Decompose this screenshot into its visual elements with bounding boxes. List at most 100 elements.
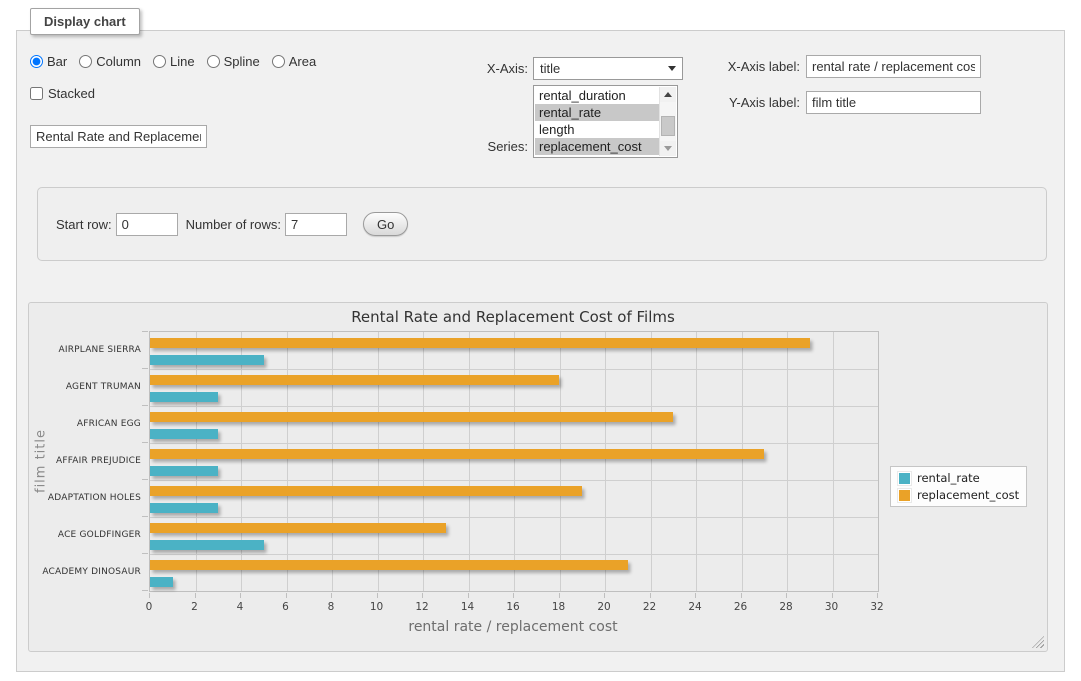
chart-type-option-column[interactable]: Column (79, 54, 141, 69)
x-tick (559, 593, 560, 598)
gridline-v (742, 332, 743, 591)
fieldset-legend-title: Display chart (30, 8, 140, 35)
gridline-v (287, 332, 288, 591)
x-tick (377, 593, 378, 598)
chevron-down-icon (668, 66, 676, 71)
gridline-h (150, 480, 878, 481)
legend-swatch (898, 489, 911, 502)
gridline-v (332, 332, 333, 591)
chart-type-radio-area[interactable] (272, 55, 285, 68)
y-tick (142, 553, 148, 554)
x-tick (513, 593, 514, 598)
legend-item-rental_rate: rental_rate (898, 471, 1019, 485)
series-listbox[interactable]: rental_durationrental_ratelengthreplacem… (533, 85, 678, 158)
row-controls-panel: Start row: Number of rows: Go (37, 187, 1047, 261)
gridline-v (423, 332, 424, 591)
bar-replacement_cost (150, 486, 582, 496)
plot-area (149, 331, 879, 592)
legend-label: rental_rate (917, 471, 980, 485)
y-tick (142, 368, 148, 369)
x-tick-label: 10 (357, 601, 397, 613)
category-label: AGENT TRUMAN (37, 368, 141, 405)
listbox-scrollbar[interactable] (659, 87, 676, 156)
x-tick (604, 593, 605, 598)
x-tick-label: 6 (266, 601, 306, 613)
chart-type-option-line[interactable]: Line (153, 54, 195, 69)
series-option-replacement_cost[interactable]: replacement_cost (535, 138, 659, 155)
legend-swatch (898, 472, 911, 485)
series-option-rental_rate[interactable]: rental_rate (535, 104, 659, 121)
bar-rental_rate (150, 577, 173, 587)
bar-replacement_cost (150, 449, 764, 459)
legend-item-replacement_cost: replacement_cost (898, 488, 1019, 502)
x-tick (832, 593, 833, 598)
chart-panel: Rental Rate and Replacement Cost of Film… (28, 302, 1048, 652)
x-axis-select[interactable]: title (533, 57, 683, 80)
bar-rental_rate (150, 503, 218, 513)
category-label: ACADEMY DINOSAUR (37, 553, 141, 590)
scroll-up-icon[interactable] (660, 87, 676, 102)
go-button[interactable]: Go (363, 212, 408, 236)
x-tick (786, 593, 787, 598)
x-tick (741, 593, 742, 598)
y-tick (142, 516, 148, 517)
series-option-length[interactable]: length (535, 121, 659, 138)
x-tick (422, 593, 423, 598)
x-tick-label: 18 (539, 601, 579, 613)
chart-type-option-spline[interactable]: Spline (207, 54, 260, 69)
x-tick (695, 593, 696, 598)
gridline-v (514, 332, 515, 591)
gridline-v (241, 332, 242, 591)
x-tick (286, 593, 287, 598)
y-tick (142, 442, 148, 443)
x-tick (877, 593, 878, 598)
gridline-h (150, 554, 878, 555)
x-tick-label: 26 (721, 601, 761, 613)
page: Display chart Bar Column Line Spline Area St… (0, 0, 1081, 681)
x-axis-selected-value: title (540, 61, 668, 76)
gridline-v (378, 332, 379, 591)
x-tick (650, 593, 651, 598)
category-label: AFFAIR PREJUDICE (37, 442, 141, 479)
gridline-h (150, 406, 878, 407)
chart-type-radio-bar[interactable] (30, 55, 43, 68)
x-tick-label: 22 (630, 601, 670, 613)
x-tick-label: 24 (675, 601, 715, 613)
chart-type-radio-line[interactable] (153, 55, 166, 68)
series-option-rental_duration[interactable]: rental_duration (535, 87, 659, 104)
gridline-v (787, 332, 788, 591)
chart-type-radio-spline[interactable] (207, 55, 220, 68)
start-row-label: Start row: (56, 217, 112, 232)
chart-type-radio-column[interactable] (79, 55, 92, 68)
chart-x-axis-title: rental rate / replacement cost (149, 619, 877, 635)
chart-type-option-label: Area (289, 54, 316, 69)
y-tick (142, 479, 148, 480)
stacked-checkbox[interactable] (30, 87, 43, 100)
gridline-v (833, 332, 834, 591)
x-tick-label: 30 (812, 601, 852, 613)
y-axis-label-input[interactable] (806, 91, 981, 114)
x-tick-label: 0 (129, 601, 169, 613)
chart-title-input[interactable] (30, 125, 207, 148)
x-tick (195, 593, 196, 598)
x-tick (331, 593, 332, 598)
scrollbar-thumb[interactable] (661, 116, 675, 136)
scroll-down-icon[interactable] (660, 141, 676, 156)
x-tick-label: 2 (175, 601, 215, 613)
start-row-input[interactable] (116, 213, 178, 236)
chart-type-option-area[interactable]: Area (272, 54, 316, 69)
series-listbox-label: Series: (433, 135, 528, 158)
stacked-option[interactable]: Stacked (30, 86, 95, 101)
y-tick (142, 331, 148, 332)
x-axis-label-input[interactable] (806, 55, 981, 78)
resize-handle-icon[interactable] (1032, 636, 1044, 648)
gridline-v (605, 332, 606, 591)
number-of-rows-input[interactable] (285, 213, 347, 236)
category-label: ACE GOLDFINGER (37, 516, 141, 553)
gridline-h (150, 443, 878, 444)
x-tick-label: 32 (857, 601, 897, 613)
chart-type-option-bar[interactable]: Bar (30, 54, 67, 69)
stacked-label: Stacked (48, 86, 95, 101)
gridline-h (150, 369, 878, 370)
x-axis-label-field-label: X-Axis label: (703, 55, 800, 78)
